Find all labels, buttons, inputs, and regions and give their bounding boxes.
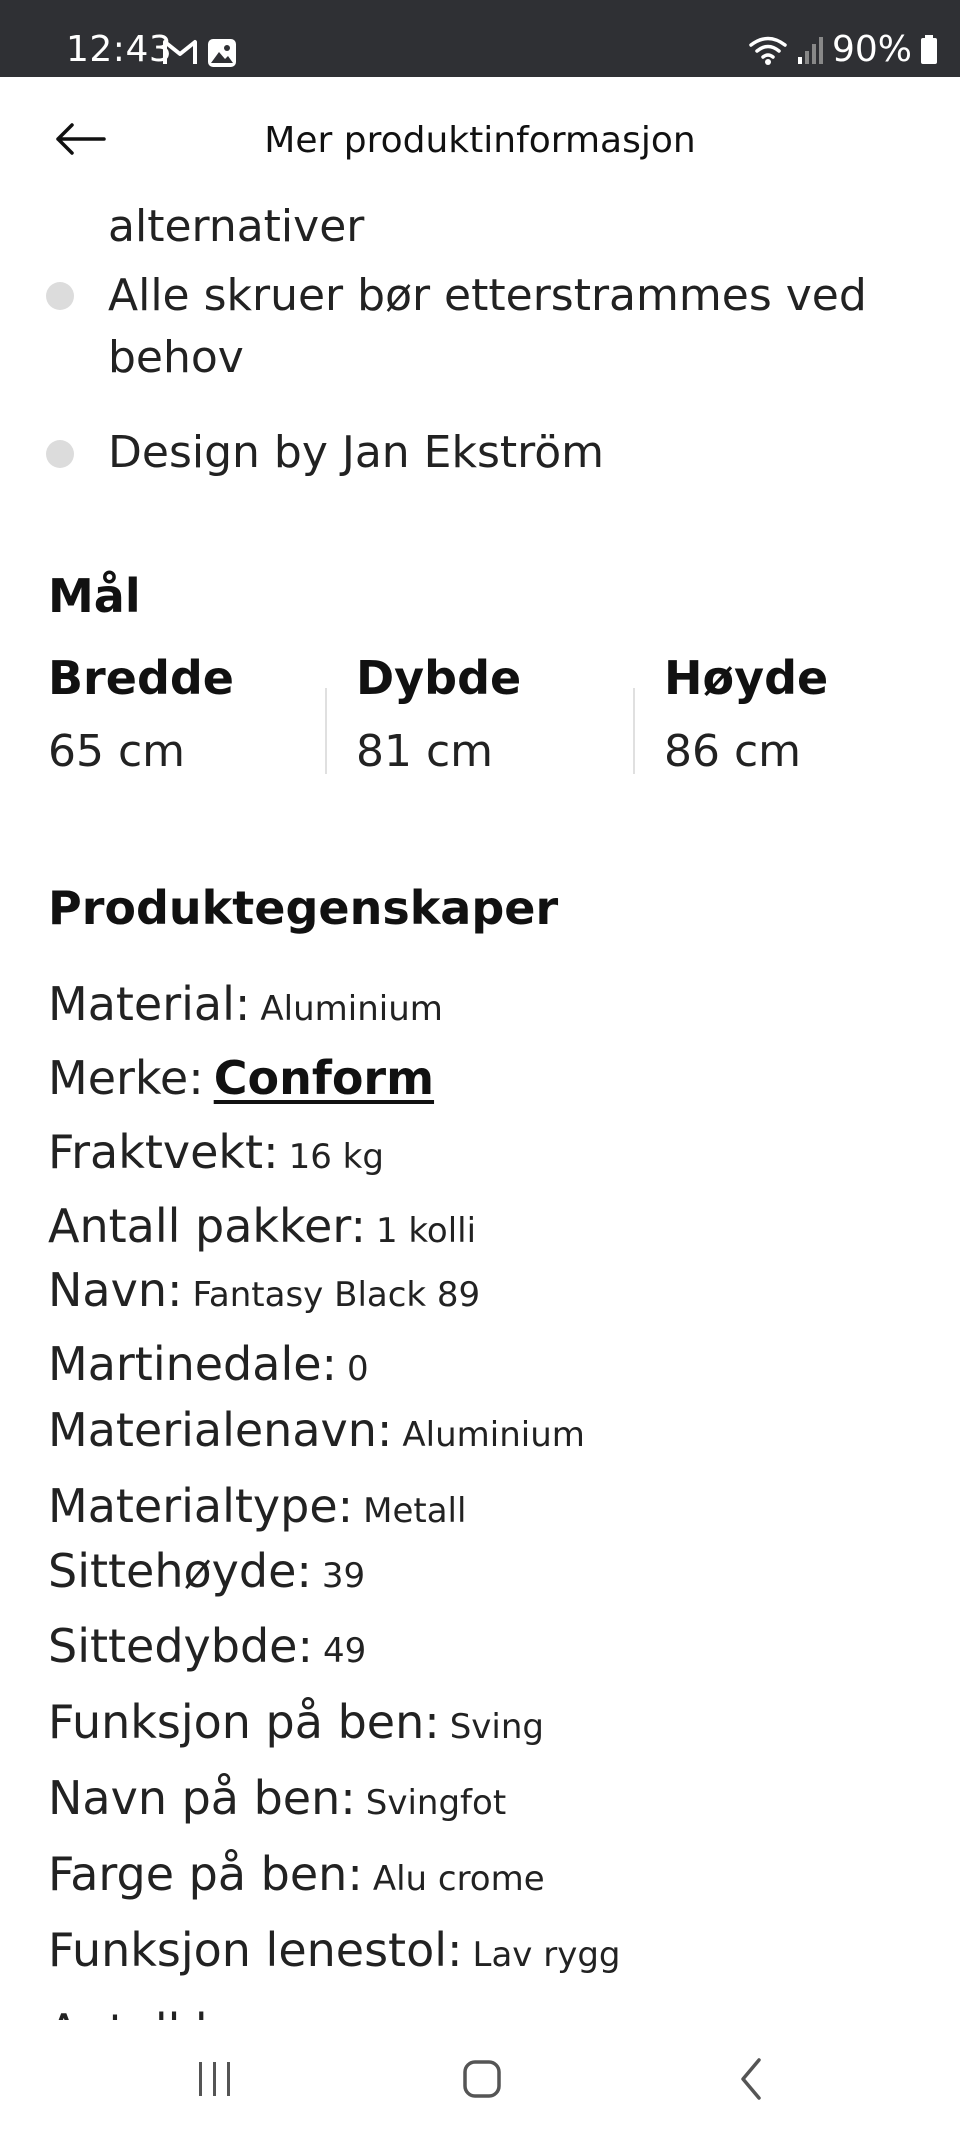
property-key: Materialenavn:: [48, 1403, 393, 1457]
property-row: Funksjon lenestol: Lav rygg: [48, 1919, 621, 1992]
property-value: 39: [321, 1556, 366, 1596]
product-info-content[interactable]: alternativer Alle skruer bør etterstramm…: [0, 190, 960, 2020]
property-value: Sving: [449, 1707, 544, 1747]
brand-link[interactable]: Conform: [214, 1051, 434, 1105]
recents-button[interactable]: [175, 2050, 255, 2110]
property-value: Metall: [363, 1491, 467, 1531]
dimension-label: Høyde: [664, 651, 829, 705]
property-key: Fraktvekt:: [48, 1125, 279, 1179]
home-button[interactable]: [442, 2050, 522, 2110]
property-key: Materialtype:: [48, 1479, 354, 1533]
property-key: Navn:: [48, 1263, 183, 1317]
property-row: Materialtype: Metall: [48, 1475, 466, 1548]
property-value: 0: [347, 1349, 369, 1389]
property-key: Funksjon på ben:: [48, 1695, 440, 1749]
app-screen: 12:43 90% Mer produktinformasjon alterna…: [0, 0, 960, 2133]
bullet-dot: [46, 282, 74, 310]
property-row: Antall pakker: 1 kolli: [48, 1195, 476, 1268]
home-icon: [463, 2060, 501, 2098]
property-key: Merke:: [48, 1051, 204, 1105]
property-value: Lav rygg: [472, 1935, 621, 1975]
wifi-icon: [749, 36, 787, 65]
property-key: Antall pakker:: [48, 1199, 366, 1253]
property-key: Funksjon lenestol:: [48, 1923, 463, 1977]
status-icons-left: [163, 38, 237, 68]
property-row: Material: Aluminium: [48, 973, 443, 1046]
bullet-dot: [46, 440, 74, 468]
property-key: Sittehøyde:: [48, 1544, 312, 1598]
dimension-divider: [633, 688, 635, 774]
property-key: Sittedybde:: [48, 1619, 313, 1673]
dimension-value: 81 cm: [356, 726, 494, 777]
signal-icon: [797, 37, 823, 64]
property-row: Farge på ben: Alu crome: [48, 1843, 545, 1916]
property-row: Sittehøyde: 39: [48, 1540, 365, 1613]
property-value: 1 kolli: [375, 1211, 477, 1251]
property-value: Svingfot: [365, 1783, 507, 1823]
property-row: Martinedale: 0: [48, 1333, 369, 1406]
property-key: Martinedale:: [48, 1337, 338, 1391]
dimensions-title: Mål: [48, 569, 141, 623]
property-value: Fantasy Black 89: [192, 1275, 481, 1315]
dimension-label: Dybde: [356, 651, 522, 705]
header: Mer produktinformasjon: [0, 77, 960, 207]
property-key: Material:: [48, 977, 251, 1031]
property-value: Alu crome: [372, 1859, 545, 1899]
property-value: 49: [322, 1631, 367, 1671]
battery-icon: [921, 35, 937, 64]
dimension-height: Høyde 86 cm: [664, 650, 960, 780]
property-row: Navn på ben: Svingfot: [48, 1767, 506, 1840]
bullet-text: behov: [108, 332, 244, 383]
battery-percentage: 90%: [831, 29, 912, 70]
status-icons-right: 90%: [748, 30, 938, 70]
dimension-label: Bredde: [48, 651, 234, 705]
system-nav-bar: [0, 2020, 960, 2133]
property-value: 16 kg: [288, 1137, 384, 1177]
dimension-width: Bredde 65 cm: [48, 650, 348, 780]
property-row: Funksjon på ben: Sving: [48, 1691, 544, 1764]
status-bar: 12:43 90%: [0, 0, 960, 77]
status-time: 12:43: [66, 29, 173, 70]
property-row: Navn: Fantasy Black 89: [48, 1259, 480, 1332]
recents-icon: [199, 2062, 230, 2096]
dimension-depth: Dybde 81 cm: [356, 650, 656, 780]
property-row: Fraktvekt: 16 kg: [48, 1121, 384, 1194]
property-row: Materialenavn: Aluminium: [48, 1399, 585, 1472]
property-value: Aluminium: [260, 989, 443, 1029]
gmail-icon: [163, 40, 197, 64]
back-icon: [741, 2058, 761, 2100]
property-value: Aluminium: [402, 1415, 585, 1455]
bullet-text: Design by Jan Ekström: [108, 427, 605, 478]
property-key: Navn på ben:: [48, 1771, 356, 1825]
nav-back-button[interactable]: [713, 2050, 793, 2110]
property-row: Merke: Conform: [48, 1047, 434, 1120]
bullet-text: alternativer: [108, 201, 365, 252]
property-key: Farge på ben:: [48, 1847, 363, 1901]
properties-title: Produktegenskaper: [48, 881, 559, 935]
gallery-icon: [208, 39, 236, 67]
property-row: Sittedybde: 49: [48, 1615, 366, 1688]
dimension-value: 86 cm: [664, 726, 802, 777]
dimension-value: 65 cm: [48, 726, 186, 777]
property-row-cutoff: Antall b: [48, 2000, 224, 2020]
bullet-text: Alle skruer bør etterstrammes ved: [108, 270, 867, 321]
dimension-divider: [325, 688, 327, 774]
page-title: Mer produktinformasjon: [264, 120, 696, 161]
